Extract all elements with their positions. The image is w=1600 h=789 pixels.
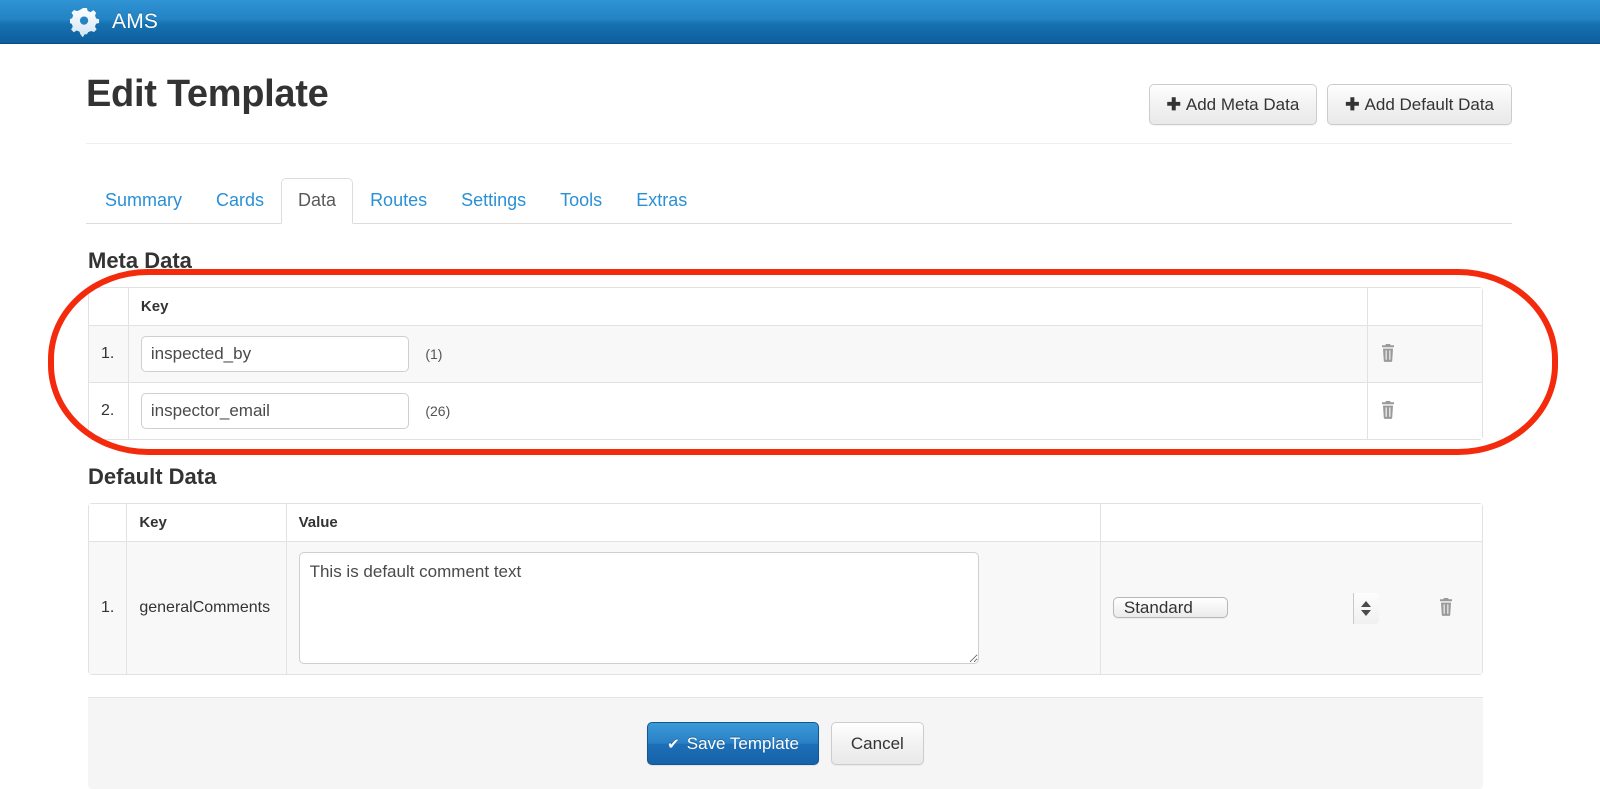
- dd-col-key: Key: [126, 503, 286, 542]
- meta-row-index: 2.: [89, 382, 128, 439]
- dd-col-index: [89, 503, 127, 542]
- tab-extras[interactable]: Extras: [619, 178, 704, 224]
- dd-type-select-value: Standard: [1112, 597, 1228, 619]
- tab-settings[interactable]: Settings: [444, 178, 543, 224]
- dd-col-type: [1099, 503, 1426, 542]
- meta-col-actions: [1367, 287, 1482, 326]
- table-header-row: Key: [89, 287, 1482, 326]
- save-template-label: Save Template: [686, 733, 799, 753]
- plus-icon: ✚: [1166, 95, 1181, 114]
- meta-col-index: [89, 287, 128, 326]
- dd-delete-cell: [1425, 541, 1482, 674]
- add-default-data-label: Add Default Data: [1364, 95, 1494, 114]
- meta-data-table: Key 1. (1): [88, 286, 1483, 440]
- content-container: Edit Template ✚ Add Meta Data ✚ Add Defaul…: [86, 44, 1512, 789]
- header-actions: ✚ Add Meta Data ✚ Add Default Data: [1148, 84, 1512, 125]
- save-template-button[interactable]: ✔ Save Template: [647, 721, 819, 765]
- stepper-arrows-icon: [1352, 593, 1379, 625]
- check-icon: ✔: [667, 735, 680, 753]
- trash-icon[interactable]: [1380, 401, 1396, 420]
- add-meta-data-label: Add Meta Data: [1185, 95, 1300, 114]
- meta-key-input[interactable]: [140, 335, 409, 372]
- cancel-button[interactable]: Cancel: [830, 721, 924, 765]
- tab-routes[interactable]: Routes: [353, 178, 444, 224]
- meta-row-index: 1.: [89, 325, 128, 383]
- meta-col-key: Key: [127, 287, 1368, 326]
- top-navbar: AMS: [0, 0, 1600, 44]
- dd-type-select[interactable]: Standard: [1112, 592, 1380, 625]
- gear-icon: [70, 7, 100, 37]
- meta-delete-cell: [1367, 325, 1482, 383]
- dd-row-index: 1.: [89, 541, 127, 674]
- default-data-table: Key Value 1. generalComments This is def…: [88, 502, 1483, 675]
- add-meta-data-button[interactable]: ✚ Add Meta Data: [1148, 84, 1318, 125]
- default-data-heading: Default Data: [88, 463, 217, 489]
- table-row: 2. (26): [89, 382, 1482, 439]
- page-body: Edit Template ✚ Add Meta Data ✚ Add Defaul…: [0, 44, 1600, 789]
- trash-icon[interactable]: [1380, 344, 1396, 363]
- dd-col-actions: [1425, 503, 1482, 542]
- tab-cards[interactable]: Cards: [199, 178, 281, 224]
- meta-key-count: (1): [425, 346, 443, 363]
- tab-tools[interactable]: Tools: [543, 178, 619, 224]
- page-title: Edit Template: [86, 73, 329, 115]
- table-row: 1. (1): [89, 325, 1482, 383]
- meta-key-cell: (26): [127, 382, 1368, 439]
- trash-icon[interactable]: [1438, 598, 1454, 617]
- tab-data[interactable]: Data: [281, 178, 354, 224]
- dd-type-cell: Standard: [1099, 541, 1426, 674]
- table-header-row: Key Value: [89, 503, 1482, 542]
- tab-bar: Summary Cards Data Routes Settings Tools…: [86, 178, 1512, 224]
- dd-key-label: generalComments: [126, 541, 286, 674]
- dd-value-cell: This is default comment text: [285, 541, 1100, 674]
- form-actions-bar: ✔ Save Template Cancel: [88, 696, 1483, 789]
- table-row: 1. generalComments This is default comme…: [89, 541, 1482, 674]
- brand-link[interactable]: AMS: [70, 7, 158, 37]
- dd-value-textarea[interactable]: This is default comment text: [298, 551, 979, 664]
- meta-key-input[interactable]: [140, 392, 409, 429]
- brand-title: AMS: [112, 9, 159, 33]
- meta-key-cell: (1): [127, 325, 1368, 383]
- meta-delete-cell: [1367, 382, 1482, 439]
- dd-col-value: Value: [285, 503, 1100, 542]
- page-header: Edit Template ✚ Add Meta Data ✚ Add Defaul…: [86, 44, 1512, 144]
- meta-data-heading: Meta Data: [88, 247, 192, 273]
- plus-icon: ✚: [1345, 95, 1360, 114]
- meta-key-count: (26): [425, 403, 451, 420]
- tab-summary[interactable]: Summary: [88, 178, 199, 224]
- add-default-data-button[interactable]: ✚ Add Default Data: [1327, 84, 1512, 125]
